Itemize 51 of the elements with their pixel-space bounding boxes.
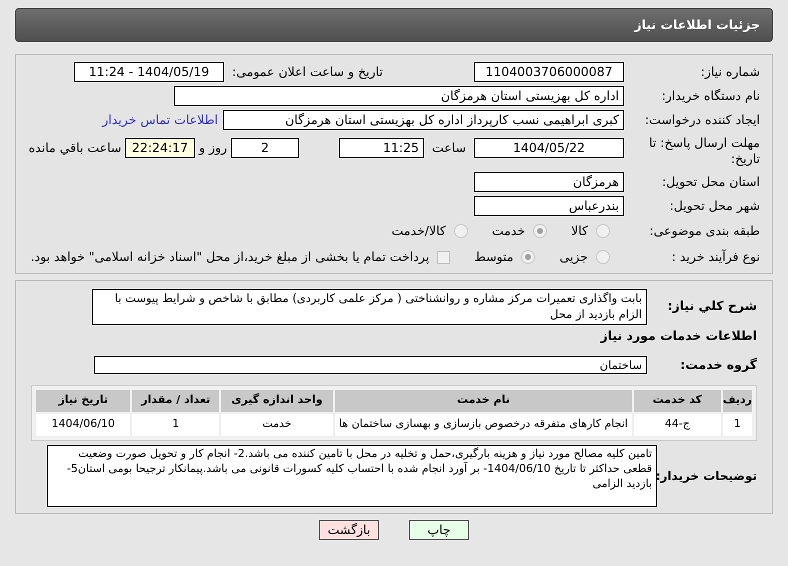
field-label: گروه خدمت: — [679, 356, 757, 374]
section-heading: اطلاعات خدمات مورد نیاز — [599, 327, 757, 345]
text-field[interactable]: 22:24:17 — [125, 138, 195, 158]
column-header: تاریخ نیاز — [36, 390, 130, 412]
column-header: ردیف — [722, 390, 752, 412]
text-field[interactable]: 1404/05/22 — [474, 138, 624, 158]
field-label: تاریخ و ساعت اعلان عمومی: — [231, 64, 384, 80]
text-field[interactable]: 11:25 — [339, 138, 424, 158]
column-header: کد خدمت — [634, 390, 721, 412]
radio-label: متوسط — [474, 248, 514, 266]
field-label: نوع فرآیند خرید : — [670, 249, 760, 265]
text-field[interactable]: کبری ابراهیمی نسب کارپرداز اداره کل بهزیستی استان هرمزگان — [223, 110, 624, 130]
field-label: شرح کلي نیاز: — [666, 297, 757, 315]
column-header: تعداد / مقدار — [132, 390, 220, 412]
page-title: جزئیات اطلاعات نیاز — [634, 16, 760, 34]
print-button[interactable]: چاپ — [409, 520, 469, 540]
field-label: شماره نیاز: — [700, 64, 760, 80]
field-label: مهلت ارسال پاسخ: تا تاریخ: — [648, 135, 760, 166]
field-label: توضیحات خریدار: — [657, 468, 757, 484]
service-group-field[interactable]: ساختمان — [94, 356, 647, 374]
text-field[interactable]: اداره کل بهزیستی استان هرمزگان — [174, 86, 624, 106]
back-button[interactable]: بازگشت — [319, 520, 379, 540]
field-label: روز و — [198, 140, 228, 156]
radio-label: کالا/خدمت — [391, 222, 446, 240]
radio-label: خدمت — [492, 222, 526, 240]
field-label: استان محل تحویل: — [660, 174, 760, 190]
table-cell: 1 — [132, 414, 220, 436]
text-field[interactable]: هرمزگان — [474, 172, 624, 192]
text-field[interactable]: 2 — [231, 138, 299, 158]
text-field[interactable]: بندرعباس — [474, 196, 624, 216]
table-cell: انجام کارهای متفرقه درخصوص بازسازی و بهسازی ساختمان ها — [334, 414, 632, 436]
field-label: ساعت — [430, 140, 467, 156]
table-cell: خدمت — [221, 414, 333, 436]
notes-textarea[interactable]: تامین کلیه مصالح مورد نیاز و هزینه بارگیری،حمل و تخلیه در محل با تامین کننده می باشد.2- انجام کار و تحویل صورت وضعیت قطعی حداکثر تا تاریخ 1404/06/10- بر آورد انجام شده با احتساب کلیه کسورات قانونی می باشد.پیمانکار ترجیحا بومی استان5-بازدید الزامی — [47, 444, 657, 506]
description-textarea[interactable]: بابت واگذاری تعمیرات مرکز مشاره و روانشناختی ( مرکز علمی کاربردی) مطابق با شاخص و شرایط پیوست با الزام بازدید از محل — [92, 289, 647, 325]
radio-label: کالا — [571, 222, 588, 240]
table-cell: ج-44 — [634, 414, 721, 436]
table-cell: 1 — [722, 414, 752, 436]
field-label: نام دستگاه خریدار: — [660, 88, 760, 104]
field-label: طبقه بندی موضوعی: — [648, 223, 760, 239]
text-field[interactable]: 1104003706000087 — [474, 62, 624, 82]
payment-note: پرداخت تمام یا بخشی از مبلغ خرید،از محل "اسناد خزانه اسلامی" خواهد بود. — [30, 248, 430, 266]
field-label: ساعت باقي مانده — [28, 140, 122, 156]
text-field[interactable]: 1404/05/19 - 11:24 — [74, 62, 224, 82]
column-header: واحد اندازه گیری — [221, 390, 333, 412]
field-label: ایجاد کننده درخواست: — [644, 112, 760, 128]
table-cell: 1404/06/10 — [36, 414, 130, 436]
radio-label: جزیی — [559, 248, 588, 266]
column-header: نام خدمت — [334, 390, 632, 412]
buyer-contact-link[interactable]: اطلاعات تماس خریدار — [102, 110, 218, 130]
field-label: شهر محل تحویل: — [668, 198, 760, 214]
